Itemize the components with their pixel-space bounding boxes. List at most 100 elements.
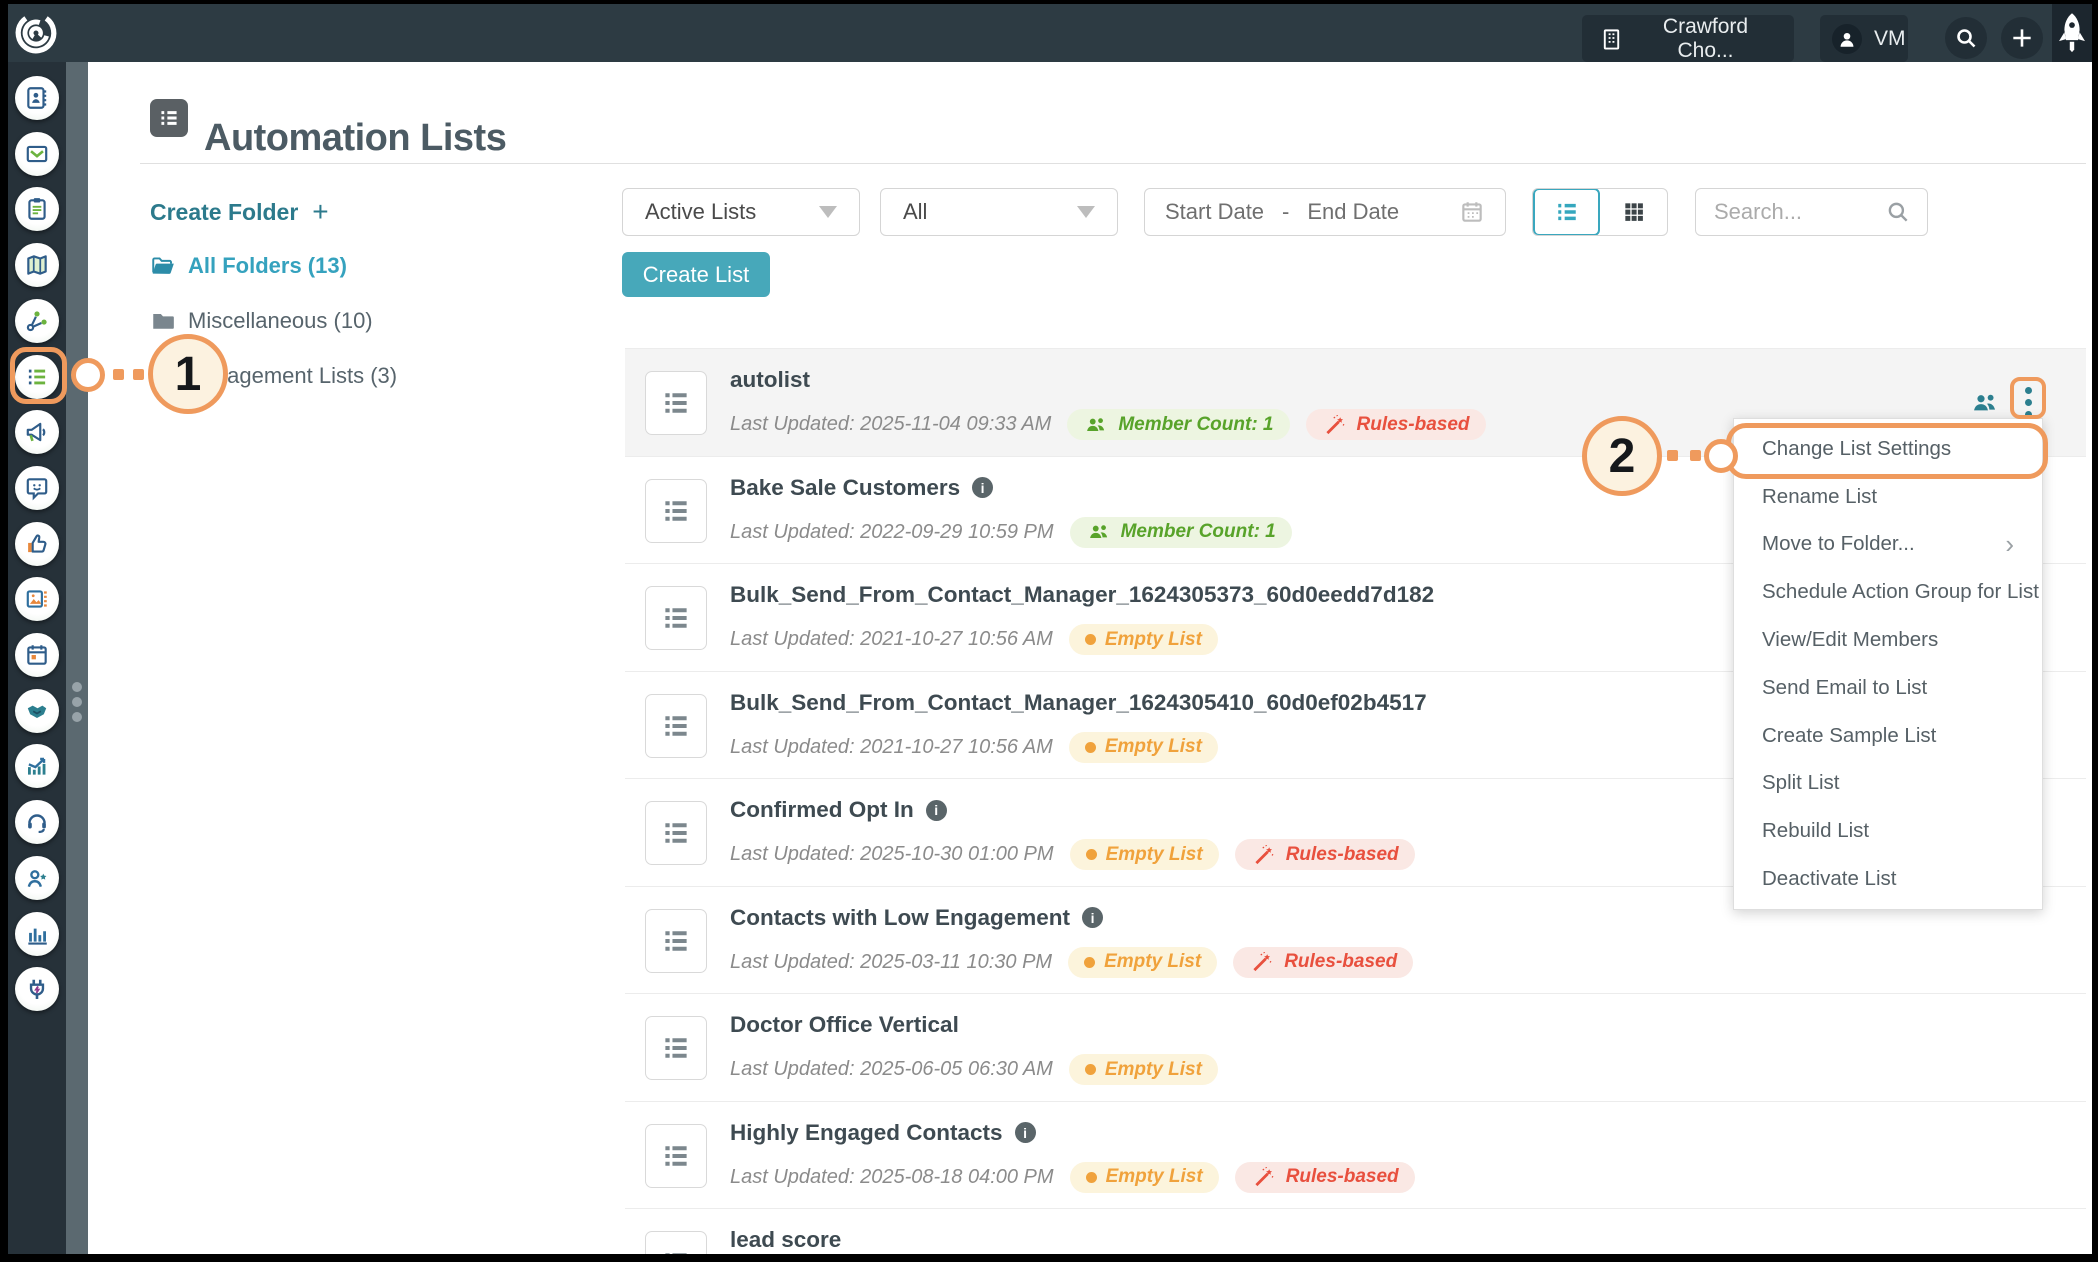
launch-rocket-button[interactable]	[2052, 4, 2092, 62]
row-actions	[1969, 383, 2040, 422]
folder-item[interactable]: Engagement Lists (3)	[150, 360, 397, 392]
rules-badge: Rules-based	[1234, 1161, 1415, 1193]
view-toggle-group	[1532, 188, 1668, 236]
menu-item-label: Deactivate List	[1762, 867, 1897, 891]
folder-item[interactable]: All Folders (13)	[150, 250, 347, 282]
list-meta: Last Updated: 2025-06-05 06:30 AM Empty L…	[730, 1054, 1218, 1085]
sidebar-item-campaigns[interactable]	[15, 298, 59, 343]
user-menu-button[interactable]: VM	[1820, 15, 1908, 62]
menu-item-move-to-folder[interactable]: Move to Folder... ›	[1734, 521, 2042, 569]
menu-item-view-edit-members[interactable]: View/Edit Members	[1734, 616, 2042, 664]
list-meta: Last Updated: 2025-03-11 10:30 PM Empty L…	[730, 946, 1414, 978]
empty-dot-icon	[1085, 1171, 1097, 1183]
grip-dot	[72, 682, 82, 692]
info-icon[interactable]: i	[972, 477, 994, 498]
list-type-dropdown[interactable]: All	[880, 188, 1118, 236]
start-date-field[interactable]: Start Date	[1165, 199, 1264, 225]
empty-dot-icon	[1084, 956, 1096, 968]
menu-item-label: Change List Settings	[1762, 436, 1952, 460]
sidebar-item-media[interactable]	[15, 577, 59, 622]
menu-item-create-sample-list[interactable]: Create Sample List	[1734, 712, 2042, 760]
sidebar-item-leads[interactable]	[15, 855, 59, 900]
sidebar-item-reviews[interactable]	[15, 521, 59, 566]
menu-item-send-email-to-list[interactable]: Send Email to List	[1734, 664, 2042, 712]
end-date-field[interactable]: End Date	[1307, 199, 1399, 225]
menu-item-label: Create Sample List	[1762, 723, 1937, 747]
info-icon[interactable]: i	[1014, 1122, 1036, 1143]
chevron-down-icon	[819, 206, 837, 218]
maps-icon	[27, 255, 47, 275]
menu-item-split-list[interactable]: Split List	[1734, 760, 2042, 808]
search-input[interactable]	[1712, 198, 1876, 226]
list-name: Bulk_Send_From_Contact_Manager_162430541…	[730, 689, 1427, 715]
menu-item-label: Move to Folder...	[1762, 532, 1915, 556]
campaigns-icon	[26, 311, 47, 331]
create-folder-link[interactable]: Create Folder +	[150, 196, 329, 228]
date-range-filter[interactable]: Start Date - End Date	[1144, 188, 1506, 236]
empty-dot-icon	[1084, 634, 1096, 645]
list-row[interactable]: Doctor Office Vertical Last Updated: 202…	[625, 993, 2086, 1101]
sidebar-item-integrations[interactable]	[15, 967, 59, 1012]
rules-badge: Rules-based	[1234, 839, 1415, 870]
list-name: Bulk_Send_From_Contact_Manager_162430537…	[730, 582, 1435, 607]
media-icon	[26, 590, 47, 608]
list-icon	[645, 478, 707, 543]
folder-label: Engagement Lists (3)	[188, 363, 398, 388]
grip-dot	[72, 712, 82, 722]
sidebar-item-support[interactable]	[15, 800, 59, 845]
list-meta: Last Updated: 2021-10-27 10:56 AM Empty L…	[730, 731, 1218, 763]
list-name: Doctor Office Vertical	[730, 1012, 959, 1037]
global-add-button[interactable]	[2001, 17, 2043, 59]
search-box	[1695, 188, 1928, 236]
menu-item-rename-list[interactable]: Rename List	[1734, 473, 2042, 521]
sidebar-item-deals[interactable]	[15, 688, 59, 733]
sidebar-item-badges[interactable]	[15, 465, 59, 510]
sidebar-item-tasks[interactable]	[15, 187, 59, 232]
list-view-toggle[interactable]	[1533, 189, 1601, 235]
rocket-icon	[2059, 13, 2085, 53]
sidebar-item-broadcasts[interactable]	[15, 410, 59, 455]
create-list-button[interactable]: Create List	[622, 252, 770, 297]
folder-label: All Folders (13)	[188, 253, 347, 278]
folder-item[interactable]: Miscellaneous (10)	[150, 305, 373, 337]
menu-item-rebuild-list[interactable]: Rebuild List	[1734, 807, 2042, 855]
list-icon	[645, 801, 707, 865]
menu-item-change-list-settings[interactable]: Change List Settings	[1734, 425, 2042, 473]
list-icon	[645, 586, 707, 650]
sidebar-item-reports[interactable]	[15, 911, 59, 956]
badges-icon	[26, 478, 48, 501]
grid-view-toggle[interactable]	[1600, 189, 1667, 235]
empty-dot-icon	[1084, 741, 1096, 753]
list-row[interactable]: Highly Engaged Contacts i Last Updated: 2…	[625, 1100, 2086, 1209]
sidebar-item-email[interactable]	[15, 131, 59, 176]
chevron-right-icon: ›	[2005, 529, 2014, 560]
keap-logo-icon	[15, 12, 57, 54]
last-updated: Last Updated: 2021-10-27 10:56 AM	[730, 735, 1053, 758]
row-menu-kebab-icon[interactable]	[2017, 383, 2040, 422]
sidebar-item-growth[interactable]	[15, 744, 59, 789]
sidebar-item-lists[interactable]	[15, 354, 59, 399]
sidebar-item-calendar[interactable]	[15, 633, 59, 677]
growth-icon	[28, 758, 46, 776]
tasks-icon	[28, 198, 46, 221]
list-name: lead score	[730, 1227, 842, 1252]
global-search-button[interactable]	[1945, 17, 1987, 59]
list-status-dropdown[interactable]: Active Lists	[622, 188, 860, 236]
list-row[interactable]: lead score	[625, 1208, 2086, 1254]
sidebar-item-maps[interactable]	[15, 243, 59, 288]
info-icon[interactable]: i	[925, 799, 947, 821]
folder-label: Miscellaneous (10)	[188, 308, 373, 333]
list-icon	[645, 1231, 707, 1254]
menu-item-deactivate-list[interactable]: Deactivate List	[1734, 855, 2042, 903]
sidebar-item-contacts[interactable]	[15, 76, 59, 120]
view-members-icon[interactable]	[1969, 387, 2001, 419]
menu-item-schedule-action-group-for-list[interactable]: Schedule Action Group for List	[1734, 568, 2042, 616]
last-updated: Last Updated: 2025-10-30 01:00 PM	[730, 843, 1054, 865]
sidebar-resize-strip[interactable]	[66, 62, 88, 1254]
empty-badge: Empty List	[1068, 731, 1218, 763]
info-icon[interactable]: i	[1082, 907, 1104, 928]
topbar: Crawford Cho... VM	[8, 4, 2092, 62]
plus-icon: +	[312, 196, 329, 227]
account-switcher-button[interactable]: Crawford Cho...	[1582, 15, 1794, 62]
member-badge: Member Count: 1	[1067, 409, 1290, 440]
